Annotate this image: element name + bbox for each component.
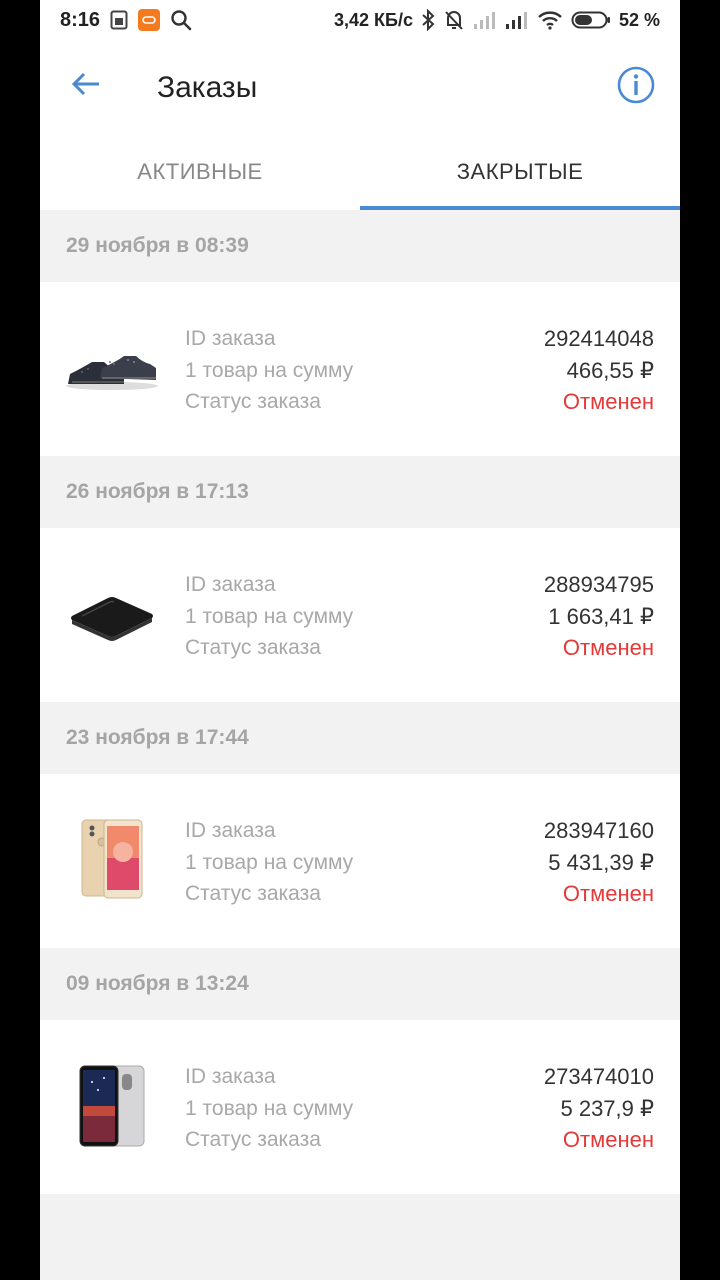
search-icon — [170, 9, 192, 31]
order-card[interactable]: ID заказа 1 товар на сумму Статус заказа… — [40, 282, 680, 456]
order-status-value: Отменен — [562, 389, 654, 414]
status-time: 8:16 — [60, 8, 101, 31]
network-speed: 3,42 КБ/с — [333, 9, 413, 30]
page-title: Заказы — [157, 71, 258, 104]
battery-icon — [571, 10, 611, 30]
order-values: 273474010 5 237,9 ₽ Отменен — [544, 1061, 654, 1156]
order-sum-value: 5 237,9 ₽ — [560, 1095, 654, 1121]
arrow-back-icon — [71, 71, 101, 102]
order-id-value: 273474010 — [543, 1064, 654, 1089]
order-status-label: Статус заказа — [185, 882, 321, 905]
order-labels: ID заказа 1 товар на сумму Статус заказа — [185, 1061, 353, 1156]
order-values: 288934795 1 663,41 ₽ Отменен — [544, 569, 654, 664]
orders-list: 29 ноября в 08:39 ID заказа 1 товар на с… — [40, 210, 680, 1280]
order-card[interactable]: ID заказа 1 товар на сумму Статус заказа… — [40, 1020, 680, 1194]
sneakers-image — [62, 322, 162, 416]
back-button[interactable] — [68, 68, 104, 104]
order-id-value: 288934795 — [543, 572, 654, 597]
dark-phone-image — [62, 1060, 162, 1154]
order-sum-value: 466,55 ₽ — [566, 357, 654, 383]
mi-app-icon — [138, 9, 161, 31]
order-status-value: Отменен — [562, 635, 654, 660]
order-labels: ID заказа 1 товар на сумму Статус заказа — [185, 569, 353, 664]
order-date-header: 23 ноября в 17:44 — [66, 726, 249, 749]
order-sum-label: 1 товар на сумму — [185, 604, 354, 628]
app-bar: Заказы — [40, 40, 680, 134]
order-card[interactable]: ID заказа 1 товар на сумму Статус заказа… — [40, 528, 680, 702]
signal-icon-2 — [505, 10, 529, 30]
gold-phone-image — [62, 814, 162, 908]
order-id-label: ID заказа — [185, 327, 276, 350]
order-sum-label: 1 товар на сумму — [185, 850, 354, 874]
order-sum-value: 5 431,39 ₽ — [548, 849, 654, 875]
order-id-value: 292414048 — [543, 326, 654, 351]
order-id-value: 283947160 — [543, 818, 654, 843]
order-id-label: ID заказа — [185, 573, 276, 596]
order-status-value: Отменен — [562, 1127, 654, 1152]
order-id-label: ID заказа — [185, 1065, 276, 1088]
wifi-icon — [537, 10, 563, 30]
info-button[interactable] — [616, 65, 656, 105]
order-values: 292414048 466,55 ₽ Отменен — [544, 323, 654, 418]
order-card[interactable]: ID заказа 1 товар на сумму Статус заказа… — [40, 774, 680, 948]
screenshot-icon — [110, 10, 128, 30]
order-values: 283947160 5 431,39 ₽ Отменен — [544, 815, 654, 910]
signal-icon-1 — [473, 10, 497, 30]
order-labels: ID заказа 1 товар на сумму Статус заказа — [185, 815, 353, 910]
tab-active-orders[interactable]: АКТИВНЫЕ — [40, 134, 360, 210]
order-status-label: Статус заказа — [185, 1128, 321, 1151]
order-status-label: Статус заказа — [185, 390, 321, 413]
status-bar: 8:16 3,42 КБ/с 52 % — [40, 0, 680, 40]
order-labels: ID заказа 1 товар на сумму Статус заказа — [185, 323, 353, 418]
bluetooth-icon — [421, 9, 435, 31]
order-sum-label: 1 товар на сумму — [185, 1096, 354, 1120]
order-sum-value: 1 663,41 ₽ — [548, 603, 654, 629]
info-icon — [616, 66, 656, 109]
order-date-header: 26 ноября в 17:13 — [66, 480, 249, 503]
tab-closed-orders[interactable]: ЗАКРЫТЫЕ — [360, 134, 680, 210]
order-date-header: 29 ноября в 08:39 — [66, 234, 249, 257]
order-sum-label: 1 товар на сумму — [185, 358, 354, 382]
order-date-header: 09 ноября в 13:24 — [66, 972, 249, 995]
battery-percent: 52 % — [618, 9, 660, 30]
orders-tabs: АКТИВНЫЕ ЗАКРЫТЫЕ — [40, 134, 680, 210]
order-status-label: Статус заказа — [185, 636, 321, 659]
order-id-label: ID заказа — [185, 819, 276, 842]
mute-bell-icon — [443, 9, 465, 31]
tv-box-image — [62, 568, 162, 662]
order-status-value: Отменен — [562, 881, 654, 906]
